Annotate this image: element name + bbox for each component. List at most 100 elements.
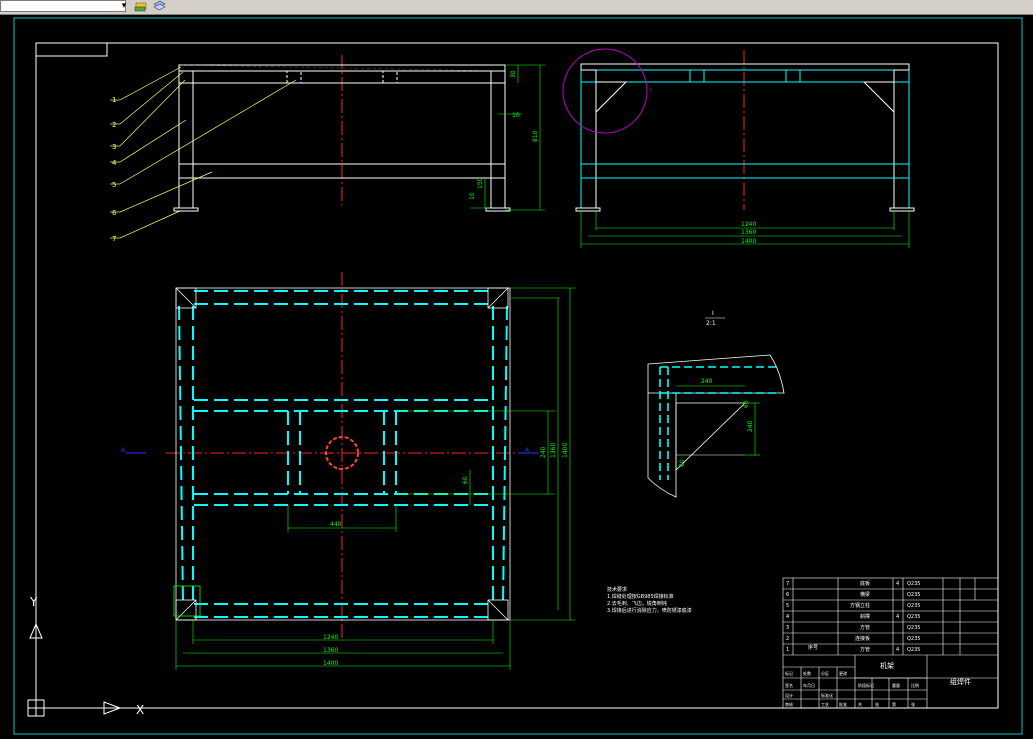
notes-title: 技术要求 [607,586,627,593]
tb-bottom-8: 审核 [785,701,793,707]
paper-border [13,17,1023,735]
side-left-leg [580,69,597,209]
tb-row-qty-1: 4 [896,647,899,653]
tb-row-no-1: 1 [786,647,789,653]
tb-row-part-4: 斜撑 [860,613,870,620]
tb-row-mat-1: Q235 [907,647,920,653]
ucs-icon [27,600,122,717]
drawing-canvas[interactable]: 810 30 10 150 10 1 2 3 4 5 6 7 I 1240 13… [0,15,1033,739]
tb-bottom-16: 第 [892,701,896,707]
tb-title: 机架 [880,661,894,670]
layer-stack-icon[interactable] [152,0,166,13]
front-leaders [110,66,297,239]
side-right-leg [893,69,910,209]
tb-row-mat-4: Q235 [907,614,920,620]
tb-row-part-7: 底板 [860,580,870,587]
tb-bottom-14: 共 [858,701,862,707]
tb-bottom-3: 更改 [839,670,847,676]
tb-bottom-12: 重量 [892,682,900,688]
plan-dim-1360: 1360 [323,647,338,654]
plan-view[interactable]: A A 1240 1360 1400 440 240 1360 1400 60 [121,272,575,670]
technical-notes: 技术要求 1.焊缝处理按GB985焊接标准 2.去毛刺、飞边，锐角倒钝 3.焊接… [607,586,692,614]
notes-line-1: 1.焊缝处理按GB985焊接标准 [607,593,674,600]
tb-bottom-10: 批准 [839,701,847,707]
front-right-leg [490,70,506,209]
front-view[interactable]: 810 30 10 150 10 1 2 3 4 5 6 7 [110,55,545,243]
tb-row-no-2: 2 [786,636,789,642]
front-dim-mid: 10 [512,112,520,119]
plan-dim-440: 440 [330,521,342,528]
detail-scale: 2:1 [706,320,716,327]
tb-row-no-5: 5 [786,603,789,609]
layer-state-icon[interactable] [134,0,148,13]
ucs-x-label: X [136,703,144,717]
front-dim-height: 810 [532,130,539,142]
front-right-foot [485,207,511,212]
plan-hidden-tubes [178,290,508,618]
plan-dim-right-1360: 1360 [550,443,557,458]
tb-row-part-2: 连接板 [855,635,870,642]
leader-label-3: 3 [112,143,116,151]
tb-row-part-3: 方管 [860,624,870,631]
tb-bottom-5: 年月日 [803,682,815,688]
leader-label-6: 6 [112,209,117,217]
side-dim-1240: 1240 [741,221,756,228]
tb-bottom-0: 标记 [785,670,793,676]
side-lower-rail [580,163,910,179]
tb-bottom-7: 标准化 [821,692,833,698]
notes-line-2: 2.去毛刺、飞边，锐角倒钝 [607,600,667,607]
side-view[interactable]: I 1240 1360 1400 [562,48,915,248]
layer-combo[interactable] [0,0,126,12]
front-dim-foot: 10 [469,192,476,200]
chevron-down-icon[interactable]: ▾ [118,0,130,13]
tb-name: 组焊件 [950,677,971,686]
tb-bottom-15: 张 [875,701,879,707]
front-dim-low: 150 [477,177,484,189]
tb-bottom-9: 工艺 [821,702,829,707]
side-right-brace [862,81,895,114]
plan-dim-240: 240 [540,446,547,458]
tb-bottom-6: 设计 [785,692,793,698]
detail-dim-horizontal: 240 [701,378,713,385]
tb-row-qty-7: 4 [896,581,899,587]
tb-header: 序号 [808,644,818,651]
side-dim-1360: 1360 [741,229,756,236]
tb-row-part-5: 方钢立柱 [850,602,870,609]
tb-row-mat-2: Q235 [907,636,920,642]
tb-bottom-17: 张 [911,701,915,707]
tb-row-part-6: 横梁 [860,591,870,598]
title-block[interactable] [782,577,999,709]
tb-row-no-6: 6 [786,592,789,598]
detail-label: I [712,310,714,317]
detail-dim-vertical: 240 [747,420,754,432]
tb-row-qty-4: 4 [896,614,899,620]
front-left-leg [178,70,194,209]
drawing-code-box [35,42,108,57]
tb-row-no-3: 3 [786,625,789,631]
detail-dim-small-top: 60 [743,400,750,408]
detail-circle[interactable] [562,48,648,134]
plan-dim-1400: 1400 [323,660,338,667]
tb-row-part-1: 方管 [860,646,870,653]
ucs-y-label: Y [29,595,38,609]
detail-view[interactable]: I 2:1 240 240 60 60 [647,310,785,498]
detail-dim-small-left: 60 [679,459,686,467]
tb-row-no-4: 4 [786,614,789,620]
side-dim-1400: 1400 [741,238,756,245]
tb-bottom-13: 比例 [911,682,919,688]
tb-row-mat-6: Q235 [907,592,920,598]
section-mark-left: A [121,447,126,454]
notes-line-3: 3.焊接后进行消除应力，喷防锈漆底漆 [607,607,692,614]
tb-row-mat-7: Q235 [907,581,920,587]
front-dim-top: 30 [510,70,517,78]
tb-row-mat-3: Q235 [907,625,920,631]
tb-bottom-4: 签名 [785,682,793,688]
toolbar: ▾ [0,0,1033,15]
tb-bottom-2: 分区 [821,670,829,676]
front-left-foot [173,207,199,212]
tb-row-mat-5: Q235 [907,603,920,609]
detail-circle-label: I [650,87,652,94]
leader-label-2: 2 [112,121,116,129]
plan-dim-1240: 1240 [323,634,338,641]
tb-bottom-11: 阶段标记 [858,682,874,688]
